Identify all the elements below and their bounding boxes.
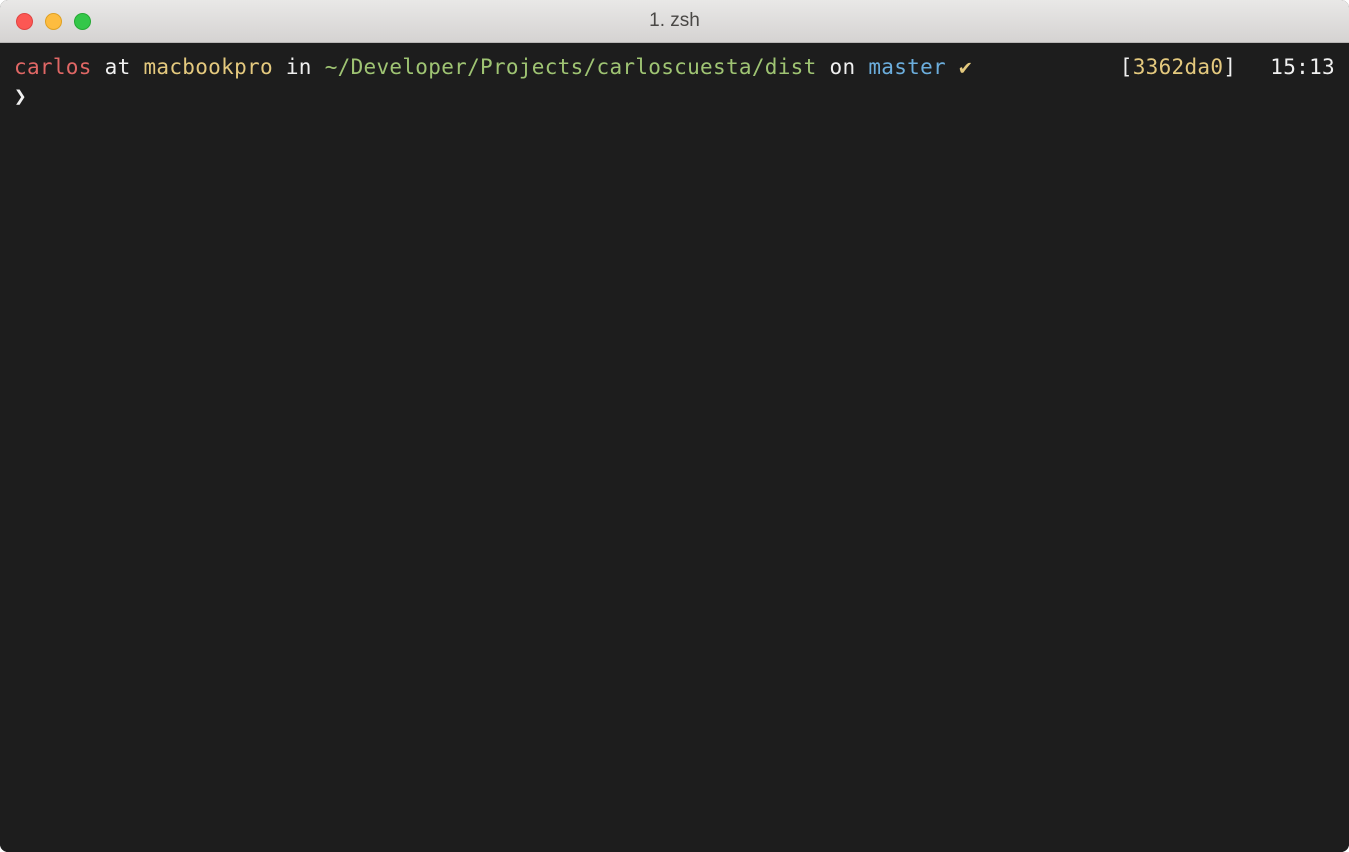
traffic-lights <box>0 13 91 30</box>
prompt-branch: master <box>868 55 946 79</box>
terminal-window: 1. zsh carlos at macbookpro in ~/Develop… <box>0 0 1349 852</box>
prompt-caret-icon: ❯ <box>14 82 27 111</box>
maximize-icon[interactable] <box>74 13 91 30</box>
window-title: 1. zsh <box>0 10 1349 32</box>
close-icon[interactable] <box>16 13 33 30</box>
prompt-left: carlos at macbookpro in ~/Developer/Proj… <box>14 53 972 82</box>
prompt-line: carlos at macbookpro in ~/Developer/Proj… <box>14 53 1335 82</box>
titlebar[interactable]: 1. zsh <box>0 0 1349 43</box>
prompt-user: carlos <box>14 55 92 79</box>
prompt-commit-hash: 3362da0 <box>1133 55 1224 79</box>
command-input[interactable] <box>35 84 1335 108</box>
prompt-right: [3362da0] 15:13 <box>1120 53 1335 82</box>
prompt-host: macbookpro <box>143 55 272 79</box>
git-clean-check-icon: ✔ <box>959 55 972 79</box>
prompt-path: ~/Developer/Projects/carloscuesta/dist <box>325 55 817 79</box>
command-line[interactable]: ❯ <box>14 82 1335 111</box>
terminal-body[interactable]: carlos at macbookpro in ~/Developer/Proj… <box>0 43 1349 852</box>
bracket-close: ] <box>1223 55 1236 79</box>
bracket-open: [ <box>1120 55 1133 79</box>
minimize-icon[interactable] <box>45 13 62 30</box>
prompt-sep-in: in <box>286 55 312 79</box>
prompt-sep-at: at <box>105 55 131 79</box>
prompt-time: 15:13 <box>1270 55 1335 79</box>
prompt-sep-on: on <box>830 55 856 79</box>
